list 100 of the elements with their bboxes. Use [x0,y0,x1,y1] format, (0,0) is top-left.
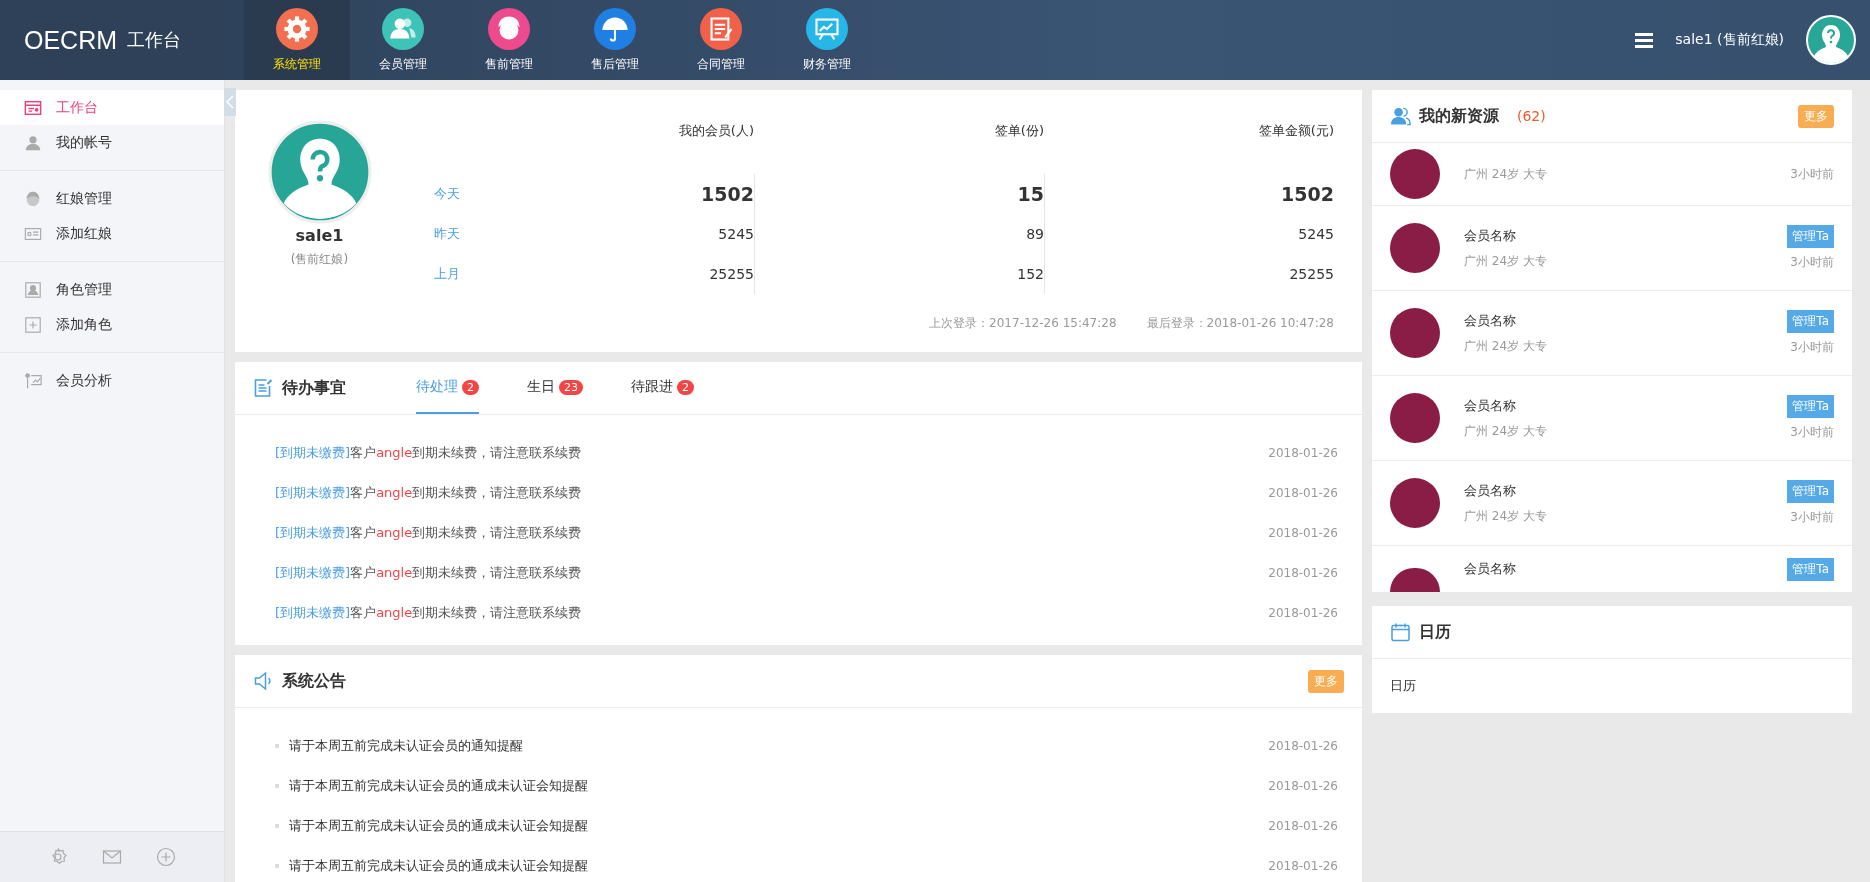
chevron-left-icon [226,95,234,109]
contract-icon [700,7,742,50]
logo-text: OECRM [24,25,118,55]
sidebar-item[interactable]: 会员分析 [0,363,224,398]
mail-icon[interactable] [102,847,122,867]
nav-tab[interactable]: 售后管理 [562,0,668,80]
latest-login: 最后登录：2018-01-26 10:47:28 [1146,315,1334,332]
date-text: 2018-01-26 [1268,566,1338,580]
stat-value: 152 [754,254,1044,294]
member-name[interactable]: 会员名称 [1464,560,1764,578]
add-icon[interactable] [156,847,176,867]
notice-link[interactable]: 请于本周五前完成未认证会员的通成未认证会知提醒 [289,817,588,835]
sidebar-item[interactable]: 添加红娘 [0,216,224,251]
count-text: (62) [1517,108,1546,124]
sidebar-item[interactable]: 我的帐号 [0,125,224,160]
row-label: 上月 [434,265,461,283]
stat-value: 25255 [1044,254,1334,294]
calendar-icon [1390,622,1411,642]
notice-link[interactable]: 请于本周五前完成未认证会员的通成未认证会知提醒 [289,777,588,795]
row-label: 昨天 [434,225,461,243]
column-header: 签单金额(元) [1257,122,1334,140]
date-text: 2018-01-26 [1268,859,1338,873]
note-icon [253,378,274,398]
photo-placeholder [1390,149,1440,199]
todo-message: [到期未缴费]客户angle到期未续费，请注意联系续费 [275,564,582,582]
count-badge: 23 [559,379,583,395]
users-icon [382,7,424,50]
collapse-handle[interactable] [224,88,236,116]
photo-placeholder [1390,568,1440,592]
stat-value: 25255 [708,265,754,284]
date-text: 2018-01-26 [1268,526,1338,540]
sidebar-item[interactable]: 红娘管理 [0,181,224,216]
nav-tab[interactable]: 系统管理 [244,0,350,80]
tab[interactable]: 生日 23 [527,362,583,414]
portrait-icon [24,280,42,299]
avatar-icon [267,120,372,224]
stat-value: 1502 [700,182,754,207]
sidebar-item[interactable]: 添加角色 [0,307,224,342]
notice-link[interactable]: 请于本周五前完成未认证会员的通成未认证会知提醒 [289,857,588,875]
calendar-text: 日历 [1390,678,1416,693]
date-text: 2018-01-26 [1268,446,1338,460]
notice-link[interactable]: 请于本周五前完成未认证会员的通知提醒 [289,737,523,755]
date-text: 2018-01-26 [1268,819,1338,833]
stat-value: 1502 [1044,174,1334,214]
card-title: 待办事宜 [282,377,346,399]
sidebar-item[interactable]: 角色管理 [0,272,224,307]
chart-icon [24,371,42,390]
plus-icon [24,315,42,334]
nav-tab[interactable]: 售前管理 [456,0,562,80]
date-text: 2018-01-26 [1268,779,1338,793]
stat-value: 89 [754,214,1044,254]
stat-value: 15 [754,174,1044,214]
time-text: 3小时前 [1790,165,1834,183]
person-icon [24,133,42,152]
member-info: 广州 24岁 大专 [1464,165,1548,183]
todo-message: [到期未缴费]客户angle到期未续费，请注意联系续费 [275,604,582,622]
photo-placeholder [1390,308,1440,358]
tab[interactable]: 待处理 2 [416,362,479,414]
date-text: 2018-01-26 [1268,486,1338,500]
date-text: 2018-01-26 [1268,739,1338,753]
member-info: 广州 24岁 大专 [1464,507,1548,525]
time-text: 3小时前 [1790,509,1834,526]
member-info: 广州 24岁 大专 [1464,337,1548,355]
todo-message: [到期未缴费]客户angle到期未续费，请注意联系续费 [275,524,582,542]
column-header: 我的会员(人) [677,122,754,140]
logo-subtitle: 工作台 [127,28,182,52]
last-login: 上次登录：2017-12-26 15:47:28 [929,315,1117,332]
card-title: 我的新资源 [1419,105,1499,127]
desk-icon [24,98,42,117]
girl-icon [488,7,530,50]
member-name[interactable]: 会员名称 [1464,311,1764,330]
umbrella-icon [594,7,636,50]
user-name[interactable]: sale1 (售前红娘) [1675,31,1784,49]
sidebar-item[interactable]: 工作台 [0,90,224,125]
count-badge: 2 [462,379,479,395]
member-info: 广州 24岁 大专 [1464,422,1548,440]
bullet-icon [275,824,279,828]
nav-tab[interactable]: 合同管理 [668,0,774,80]
member-name[interactable]: 会员名称 [1464,226,1764,245]
time-text: 3小时前 [1790,339,1834,356]
bullet-icon [275,784,279,788]
nav-tab[interactable]: 财务管理 [774,0,880,80]
photo-placeholder [1390,223,1440,273]
count-badge: 2 [677,379,694,395]
tab[interactable]: 待跟进 2 [631,362,694,414]
bullet-icon [275,864,279,868]
member-name[interactable]: 会员名称 [1464,396,1764,415]
menu-icon[interactable] [1635,32,1654,48]
profile-name: sale1 [295,226,344,245]
time-text: 3小时前 [1790,254,1834,271]
column-header: 签单(份) [993,122,1044,140]
profile-role: (售前红娘) [290,251,349,268]
member-name[interactable]: 会员名称 [1464,481,1764,500]
avatar-icon[interactable] [1806,15,1856,65]
nav-tab[interactable]: 会员管理 [350,0,456,80]
photo-placeholder [1390,393,1440,443]
gear-icon [276,7,318,50]
date-text: 2018-01-26 [1268,606,1338,620]
stat-value: 5245 [1044,214,1334,254]
row-label: 今天 [434,185,461,203]
